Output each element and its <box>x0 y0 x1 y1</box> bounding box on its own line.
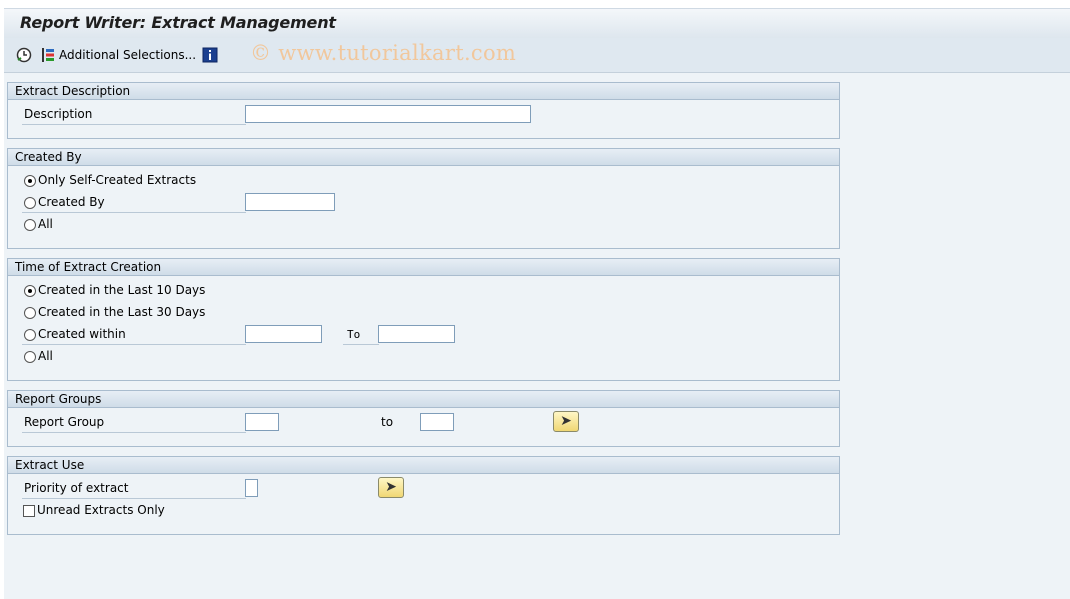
label-underline <box>22 432 246 433</box>
unread-extracts-label: Unread Extracts Only <box>37 503 165 517</box>
group-header: Extract Use <box>8 457 839 474</box>
priority-selection-button[interactable]: ➤ <box>378 477 404 498</box>
label-underline <box>22 498 246 499</box>
report-group-to-input[interactable] <box>420 413 454 431</box>
radio-created-by[interactable] <box>24 197 36 209</box>
to-label: to <box>381 415 394 429</box>
group-header: Report Groups <box>8 391 839 408</box>
option-label: Created By <box>38 195 105 209</box>
radio-all[interactable] <box>24 219 36 231</box>
created-from-date-input[interactable] <box>245 325 322 343</box>
option-label: All <box>38 217 53 231</box>
label-underline <box>22 212 246 213</box>
group-time-of-creation: Time of Extract Creation Created in the … <box>7 258 840 381</box>
description-label: Description <box>24 107 93 121</box>
created-to-date-input[interactable] <box>378 325 455 343</box>
label-underline <box>22 124 246 125</box>
group-header: Time of Extract Creation <box>8 259 839 276</box>
application-toolbar: Additional Selections... © www.tutorialk… <box>4 38 1070 73</box>
group-header: Created By <box>8 149 839 166</box>
report-group-label: Report Group <box>24 415 105 429</box>
group-extract-use: Extract Use Priority of extract ➤ Unread… <box>7 456 840 535</box>
arrow-right-icon: ➤ <box>560 413 572 429</box>
option-label: Only Self-Created Extracts <box>38 173 197 187</box>
option-label: Created within <box>38 327 126 341</box>
radio-only-self-created[interactable] <box>24 175 36 187</box>
multiple-selection-button[interactable]: ➤ <box>553 411 579 432</box>
group-header: Extract Description <box>8 83 839 100</box>
created-by-input[interactable] <box>245 193 335 211</box>
selection-options-icon[interactable] <box>40 47 56 63</box>
label-underline <box>343 344 379 345</box>
additional-selections-button[interactable]: Additional Selections... <box>59 48 196 62</box>
page-title: Report Writer: Extract Management <box>20 13 336 32</box>
arrow-right-icon: ➤ <box>385 479 397 495</box>
title-bar: Report Writer: Extract Management <box>4 8 1070 39</box>
selection-screen: Extract Description Description Created … <box>4 73 1070 599</box>
group-created-by: Created By Only Self-Created Extracts Cr… <box>7 148 840 249</box>
priority-label: Priority of extract <box>24 481 129 495</box>
report-group-from-input[interactable] <box>245 413 279 431</box>
radio-last-10-days[interactable] <box>24 285 36 297</box>
priority-input[interactable] <box>245 479 258 497</box>
unread-extracts-checkbox[interactable] <box>23 505 35 517</box>
info-icon[interactable] <box>202 47 218 63</box>
group-extract-description: Extract Description Description <box>7 82 840 139</box>
description-input[interactable] <box>245 105 531 123</box>
option-label: Created in the Last 30 Days <box>38 305 206 319</box>
group-report-groups: Report Groups Report Group to ➤ <box>7 390 840 447</box>
to-label: To <box>347 328 361 341</box>
radio-last-30-days[interactable] <box>24 307 36 319</box>
radio-all[interactable] <box>24 351 36 363</box>
radio-created-within[interactable] <box>24 329 36 341</box>
option-label: Created in the Last 10 Days <box>38 283 206 297</box>
option-label: All <box>38 349 53 363</box>
execute-clock-icon[interactable] <box>16 47 32 63</box>
watermark-text: © www.tutorialkart.com <box>250 41 517 65</box>
label-underline <box>22 344 246 345</box>
